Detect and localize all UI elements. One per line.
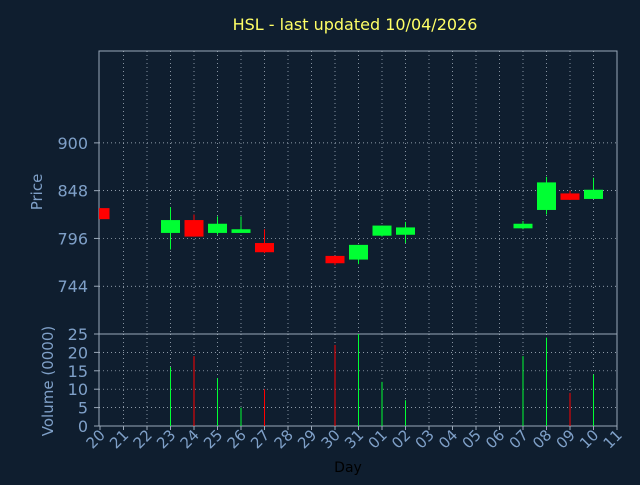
chart-root: HSL - last updated 10/04/2026 Price Volu… — [0, 0, 640, 480]
x-axis-ticks: 2021222324252627282930310102030405060708… — [83, 426, 626, 452]
x-tick-label: 01 — [365, 426, 391, 452]
candle-body — [161, 220, 180, 233]
volume-axis-label: Volume (0000) — [39, 326, 57, 436]
price-tick-label: 900 — [57, 134, 88, 153]
price-panel: 744 796 848 900 — [57, 50, 618, 335]
candle-body — [584, 189, 603, 199]
volume-tick-label: 0 — [78, 417, 88, 436]
x-tick-label: 22 — [130, 426, 156, 452]
x-tick-label: 23 — [153, 426, 179, 452]
price-tick-label: 848 — [57, 182, 88, 201]
candle-body — [208, 223, 227, 233]
x-tick-label: 03 — [412, 426, 438, 452]
candle-body — [99, 208, 110, 220]
candle-body — [560, 193, 580, 200]
x-tick-label: 06 — [482, 426, 508, 452]
volume-tick-label: 5 — [78, 399, 88, 418]
x-tick-label: 07 — [506, 426, 532, 452]
price-tick-label: 796 — [57, 229, 88, 248]
chart-title: HSL - last updated 10/04/2026 — [233, 15, 478, 34]
candle-body — [372, 225, 392, 236]
x-tick-label: 26 — [224, 426, 250, 452]
candle-08 — [537, 176, 556, 215]
price-axis-label: Price — [28, 174, 46, 211]
volume-tick-label: 15 — [68, 362, 88, 381]
x-tick-label: 08 — [529, 426, 555, 452]
candle-body — [325, 255, 345, 264]
candle-20 — [99, 208, 110, 220]
x-tick-label: 02 — [388, 426, 414, 452]
candle-01 — [372, 225, 392, 237]
x-tick-label: 09 — [553, 426, 579, 452]
x-tick-label: 28 — [271, 426, 297, 452]
x-tick-label: 21 — [106, 426, 132, 452]
volume-panel: 0510152025 — [68, 325, 618, 436]
x-tick-label: 29 — [294, 426, 320, 452]
volume-tick-label: 25 — [68, 325, 88, 344]
candle-body — [255, 243, 274, 253]
candle-body — [513, 223, 533, 229]
x-tick-label: 11 — [600, 426, 626, 452]
candle-body — [231, 229, 251, 233]
x-tick-label: 04 — [435, 426, 461, 452]
x-axis-label: Day — [334, 460, 362, 476]
volume-tick-label: 20 — [68, 343, 88, 362]
price-tick-label: 744 — [57, 277, 88, 296]
candle-body — [349, 244, 368, 260]
candle-body — [537, 182, 556, 210]
x-tick-label: 25 — [200, 426, 226, 452]
candle-body — [184, 220, 204, 237]
x-tick-label: 27 — [247, 426, 273, 452]
x-tick-label: 05 — [459, 426, 485, 452]
x-tick-label: 30 — [318, 426, 344, 452]
volume-tick-label: 10 — [68, 380, 88, 399]
x-tick-label: 31 — [341, 426, 367, 452]
x-tick-label: 10 — [576, 426, 602, 452]
x-tick-label: 24 — [177, 426, 203, 452]
candlestick-chart: HSL - last updated 10/04/2026 Price Volu… — [28, 15, 626, 476]
candle-body — [396, 227, 415, 235]
